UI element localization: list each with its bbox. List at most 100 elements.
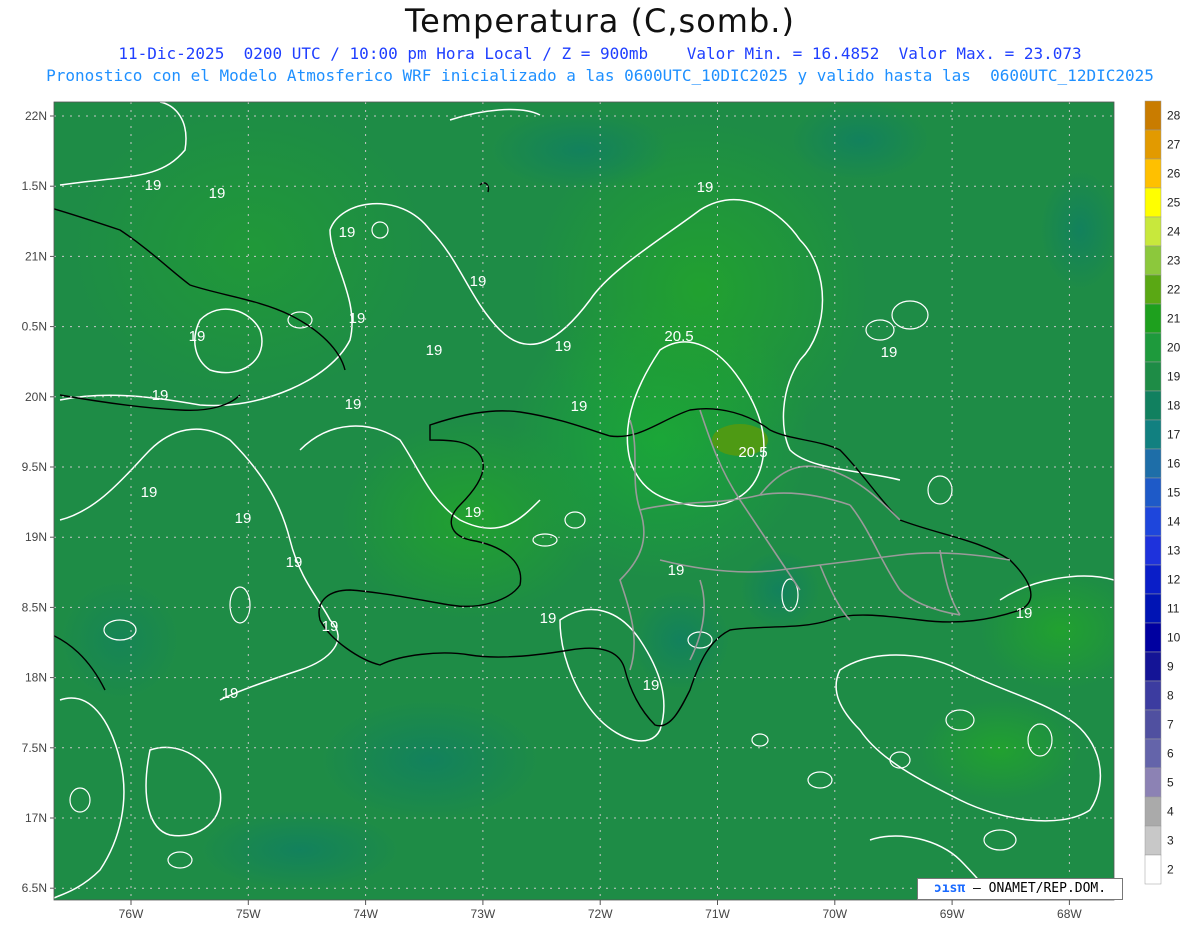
colorbar-label: 6 — [1167, 747, 1174, 761]
colorbar-legend: 2827262524232221201918171615141312111098… — [1144, 100, 1181, 885]
lat-label: 20N — [25, 390, 47, 404]
colorbar-label: 5 — [1167, 776, 1174, 790]
colorbar-label: 23 — [1167, 254, 1181, 268]
colorbar-swatch — [1144, 187, 1162, 218]
colorbar-label: 9 — [1167, 660, 1174, 674]
lat-label: 7.5N — [22, 741, 47, 755]
colorbar-swatch — [1144, 361, 1162, 392]
lat-label: 18N — [25, 671, 47, 685]
contour-label: 19 — [345, 396, 362, 413]
colorbar-swatch — [1144, 825, 1162, 856]
lon-label: 72W — [588, 907, 613, 921]
colorbar-swatch — [1144, 390, 1162, 421]
cool-area-6 — [200, 810, 400, 890]
credit-box: ɔısπ – ONAMET/REP.DOM. — [917, 878, 1123, 900]
lat-label: 9.5N — [22, 460, 47, 474]
lat-label: 1.5N — [22, 179, 47, 193]
contour-label: 19 — [322, 618, 339, 635]
colorbar-swatch — [1144, 303, 1162, 334]
cool-area-3 — [1040, 170, 1114, 290]
colorbar-label: 20 — [1167, 341, 1181, 355]
colorbar-label: 28 — [1167, 109, 1181, 123]
contour-label: 19 — [465, 504, 482, 521]
colorbar-swatch — [1144, 419, 1162, 450]
contour-label: 19 — [881, 344, 898, 361]
contour-label: 19 — [209, 185, 226, 202]
colorbar-label: 19 — [1167, 370, 1181, 384]
colorbar-swatch — [1144, 129, 1162, 160]
lon-label: 76W — [119, 907, 144, 921]
lon-label: 69W — [940, 907, 965, 921]
lon-label: 68W — [1057, 907, 1082, 921]
colorbar-swatch — [1144, 767, 1162, 798]
colorbar-label: 21 — [1167, 312, 1181, 326]
contour-label: 19 — [141, 484, 158, 501]
contour-label: 19 — [189, 328, 206, 345]
cool-area-5 — [320, 700, 540, 820]
colorbar-swatch — [1144, 593, 1162, 624]
contour-label: 19 — [235, 510, 252, 527]
colorbar-swatch — [1144, 854, 1162, 885]
colorbar-label: 14 — [1167, 515, 1181, 529]
colorbar-label: 4 — [1167, 805, 1174, 819]
colorbar-swatch — [1144, 564, 1162, 595]
cool-area-4 — [630, 590, 730, 690]
colorbar-label: 3 — [1167, 834, 1174, 848]
warm-area-east — [980, 570, 1114, 690]
contour-label: 20.5 — [664, 328, 693, 345]
colorbar-swatch — [1144, 100, 1162, 131]
colorbar-label: 7 — [1167, 718, 1174, 732]
longitude-axis: 76W 75W 74W 73W 72W 71W 70W 69W 68W — [119, 900, 1082, 921]
colorbar-label: 16 — [1167, 457, 1181, 471]
lat-label: 6.5N — [22, 881, 47, 895]
colorbar-label: 12 — [1167, 573, 1181, 587]
colorbar-label: 18 — [1167, 399, 1181, 413]
lat-label: 8.5N — [22, 600, 47, 614]
colorbar-swatch — [1144, 680, 1162, 711]
colorbar-label: 27 — [1167, 138, 1181, 152]
contour-label: 19 — [470, 273, 487, 290]
colorbar-swatch — [1144, 651, 1162, 682]
colorbar-swatch — [1144, 738, 1162, 769]
colorbar-swatch — [1144, 332, 1162, 363]
colorbar-swatch — [1144, 158, 1162, 189]
colorbar-label: 10 — [1167, 631, 1181, 645]
contour-label: 19 — [571, 398, 588, 415]
colorbar-swatch — [1144, 245, 1162, 276]
contour-label: 19 — [540, 610, 557, 627]
lon-label: 73W — [471, 907, 496, 921]
cool-area-7 — [740, 550, 820, 630]
agency-logo-text: ɔısπ — [933, 881, 966, 896]
colorbar-swatch — [1144, 274, 1162, 305]
lat-label: 22N — [25, 109, 47, 123]
colorbar-label: 2 — [1167, 863, 1174, 877]
colorbar-label: 25 — [1167, 196, 1181, 210]
cool-area-2 — [790, 102, 930, 180]
colorbar-label: 11 — [1167, 602, 1180, 616]
lon-label: 71W — [705, 907, 730, 921]
contour-label: 19 — [349, 310, 366, 327]
temperature-field — [54, 102, 1114, 900]
contour-label: 19 — [222, 685, 239, 702]
lon-label: 75W — [236, 907, 261, 921]
lon-label: 74W — [353, 907, 378, 921]
contour-label: 19 — [426, 342, 443, 359]
colorbar-swatch — [1144, 796, 1162, 827]
credit-text: – ONAMET/REP.DOM. — [965, 881, 1107, 896]
contour-label: 19 — [1016, 605, 1033, 622]
contour-label: 19 — [643, 677, 660, 694]
latitude-axis: 22N 1.5N 21N 0.5N 20N 9.5N 19N 8.5N 18N 7.5N 17N 6.… — [22, 109, 54, 895]
lat-label: 21N — [25, 249, 47, 263]
colorbar-swatch — [1144, 216, 1162, 247]
colorbar-label: 13 — [1167, 544, 1181, 558]
lat-label: 0.5N — [22, 320, 47, 334]
colorbar-swatch — [1144, 709, 1162, 740]
colorbar-label: 8 — [1167, 689, 1174, 703]
lon-label: 70W — [822, 907, 847, 921]
colorbar-label: 26 — [1167, 167, 1181, 181]
contour-label: 19 — [339, 224, 356, 241]
warm-area-bahamas — [70, 102, 430, 400]
contour-label: 19 — [668, 562, 685, 579]
colorbar-label: 15 — [1167, 486, 1181, 500]
contour-label: 19 — [697, 179, 714, 196]
